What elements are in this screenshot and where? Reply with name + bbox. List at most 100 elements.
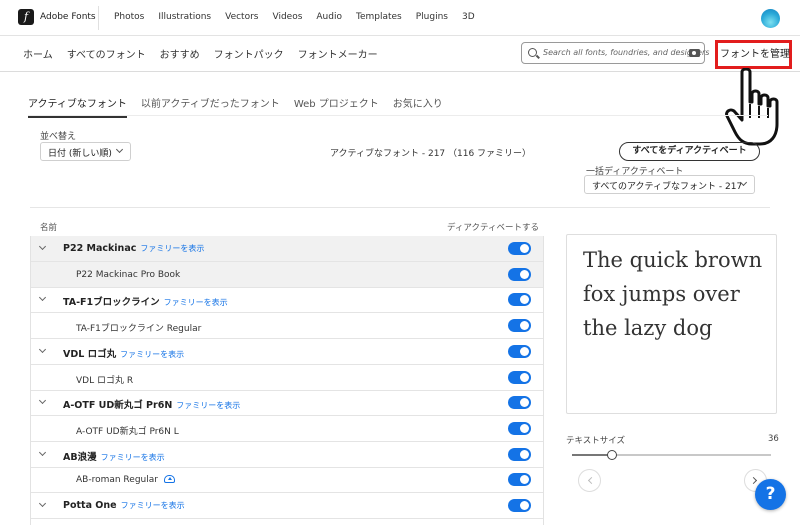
top-nav-item[interactable]: Vectors	[225, 12, 258, 22]
font-preview-panel: The quick brown fox jumps over the lazy …	[566, 234, 777, 414]
chevron-down-icon[interactable]	[38, 499, 47, 508]
adobe-fonts-brand[interactable]: f Adobe Fonts	[18, 9, 96, 25]
font-variant-row	[31, 519, 543, 525]
font-family-row: TA-F1ブロックライン ファミリーを表示	[31, 287, 543, 314]
activation-toggle[interactable]	[508, 293, 531, 307]
search-field[interactable]: Search all fonts, foundries, and designe…	[521, 42, 709, 64]
chevron-down-icon[interactable]	[38, 448, 47, 456]
activation-toggle[interactable]	[508, 344, 531, 358]
text-size-value: 36	[768, 434, 779, 444]
activation-toggle[interactable]	[508, 370, 531, 384]
top-nav-item[interactable]: Plugins	[416, 12, 448, 22]
activation-toggle[interactable]	[508, 242, 531, 255]
top-nav-item[interactable]: Videos	[272, 12, 302, 22]
font-family-label: AB浪漫	[63, 451, 97, 463]
view-family-link[interactable]: ファミリーを表示	[120, 350, 184, 359]
top-bar: f Adobe Fonts Photos Illustrations Vectors…	[0, 0, 800, 36]
deactivate-all-button[interactable]: すべてをディアクティベート	[619, 142, 760, 161]
chevron-right-icon	[749, 476, 758, 485]
activation-toggle[interactable]	[508, 473, 531, 487]
font-variant-label: AB-roman Regular	[76, 475, 158, 486]
sub-nav-item[interactable]: すべてのフォント	[67, 46, 146, 61]
previous-button[interactable]	[578, 469, 601, 492]
font-list: P22 Mackinac ファミリーを表示 P22 Mackinac Pro Boo…	[30, 236, 544, 525]
view-family-link[interactable]: ファミリーを表示	[176, 401, 240, 410]
divider	[30, 207, 770, 208]
font-family-label: Potta One	[63, 500, 117, 511]
chevron-down-icon[interactable]	[38, 397, 47, 405]
hand-pointer-icon	[725, 68, 779, 146]
font-variant-name: A-OTF UD新丸ゴ Pr6N L	[76, 424, 179, 437]
font-family-name: TA-F1ブロックライン ファミリーを表示	[63, 294, 228, 308]
activation-toggle[interactable]	[508, 267, 531, 281]
top-nav: Photos Illustrations Vectors Videos Audio Tem…	[114, 12, 489, 22]
slider-fill	[572, 454, 612, 456]
font-family-row: AB浪漫 ファミリーを表示	[31, 442, 543, 468]
text-size-label: テキストサイズ	[566, 436, 625, 446]
sort-label: 並べ替え	[40, 132, 77, 142]
sub-nav-item[interactable]: フォントメーカー	[298, 46, 378, 61]
font-family-label: TA-F1ブロックライン	[63, 297, 160, 309]
font-family-row: VDL ロゴ丸 ファミリーを表示	[31, 339, 543, 365]
font-family-label: VDL ロゴ丸	[63, 348, 117, 360]
sub-nav-item[interactable]: フォントパック	[214, 46, 284, 61]
divider	[28, 115, 768, 116]
font-variant-label: P22 Mackinac Pro Book	[76, 269, 181, 280]
top-nav-item[interactable]: Audio	[316, 12, 342, 22]
chevron-down-icon[interactable]	[38, 294, 47, 302]
user-avatar[interactable]	[761, 9, 780, 28]
adobe-fonts-logo-icon: f	[18, 9, 34, 25]
sub-nav-item[interactable]: おすすめ	[160, 46, 200, 61]
sub-nav-bar: ホーム すべてのフォント おすすめ フォントパック フォントメーカー Search al…	[0, 36, 800, 72]
font-variant-row: TA-F1ブロックライン Regular	[31, 313, 543, 340]
brand-name: Adobe Fonts	[40, 12, 96, 22]
chevron-down-icon[interactable]	[38, 242, 47, 251]
top-nav-item[interactable]: 3D	[462, 12, 475, 22]
sub-nav-item[interactable]: ホーム	[23, 46, 53, 61]
font-variant-row: AB-roman Regular	[31, 467, 543, 494]
bulk-deactivate-dropdown[interactable]: すべてのアクティブなフォント - 217	[584, 175, 755, 194]
font-family-row: A-OTF UD新丸ゴ Pr6N ファミリーを表示	[31, 390, 543, 417]
font-family-row: Potta One ファミリーを表示	[31, 493, 543, 519]
view-family-link[interactable]: ファミリーを表示	[140, 244, 204, 253]
manage-fonts-button[interactable]: フォントを管理	[720, 45, 790, 60]
font-variant-name: P22 Mackinac Pro Book	[76, 270, 180, 280]
bulk-deactivate-value: すべてのアクティブなフォント - 217	[592, 182, 743, 192]
top-nav-item[interactable]: Templates	[356, 12, 402, 22]
sort-dropdown[interactable]: 日付 (新しい順)	[40, 142, 131, 161]
font-family-row: P22 Mackinac ファミリーを表示	[31, 236, 543, 262]
font-family-name: AB浪漫 ファミリーを表示	[63, 449, 165, 463]
text-size-slider[interactable]	[572, 450, 771, 460]
activation-toggle[interactable]	[508, 499, 531, 512]
top-nav-item[interactable]: Photos	[114, 12, 144, 22]
chevron-down-icon	[115, 145, 124, 154]
font-family-label: P22 Mackinac	[63, 243, 137, 254]
chevron-left-icon	[587, 476, 596, 485]
view-family-link[interactable]: ファミリーを表示	[121, 501, 185, 510]
activation-toggle[interactable]	[508, 421, 531, 435]
font-variant-name: TA-F1ブロックライン Regular	[76, 321, 201, 334]
cloud-sync-icon	[163, 475, 175, 484]
font-variant-row: P22 Mackinac Pro Book	[31, 261, 543, 288]
search-placeholder: Search all fonts, foundries, and designe…	[543, 48, 710, 57]
preview-text[interactable]: The quick brown fox jumps over the lazy …	[583, 243, 769, 345]
font-variant-label: A-OTF UD新丸ゴ Pr6N L	[76, 426, 179, 437]
font-variant-label: VDL ロゴ丸 R	[76, 375, 134, 386]
sub-nav: ホーム すべてのフォント おすすめ フォントパック フォントメーカー	[23, 46, 392, 61]
slider-thumb[interactable]	[606, 450, 617, 460]
activation-toggle[interactable]	[508, 396, 531, 410]
font-family-name: Potta One ファミリーを表示	[63, 500, 185, 511]
help-button[interactable]: ?	[755, 479, 786, 510]
divider	[98, 6, 99, 30]
camera-icon[interactable]	[689, 49, 700, 57]
font-family-name: A-OTF UD新丸ゴ Pr6N ファミリーを表示	[63, 397, 240, 411]
top-nav-item[interactable]: Illustrations	[158, 12, 211, 22]
activation-toggle[interactable]	[508, 319, 531, 333]
view-family-link[interactable]: ファミリーを表示	[164, 298, 228, 307]
column-header-name: 名前	[40, 223, 58, 233]
activation-toggle[interactable]	[508, 447, 531, 461]
font-family-label: A-OTF UD新丸ゴ Pr6N	[63, 400, 173, 412]
chevron-down-icon[interactable]	[38, 345, 47, 353]
view-family-link[interactable]: ファミリーを表示	[101, 453, 165, 462]
font-variant-row: VDL ロゴ丸 R	[31, 365, 543, 391]
